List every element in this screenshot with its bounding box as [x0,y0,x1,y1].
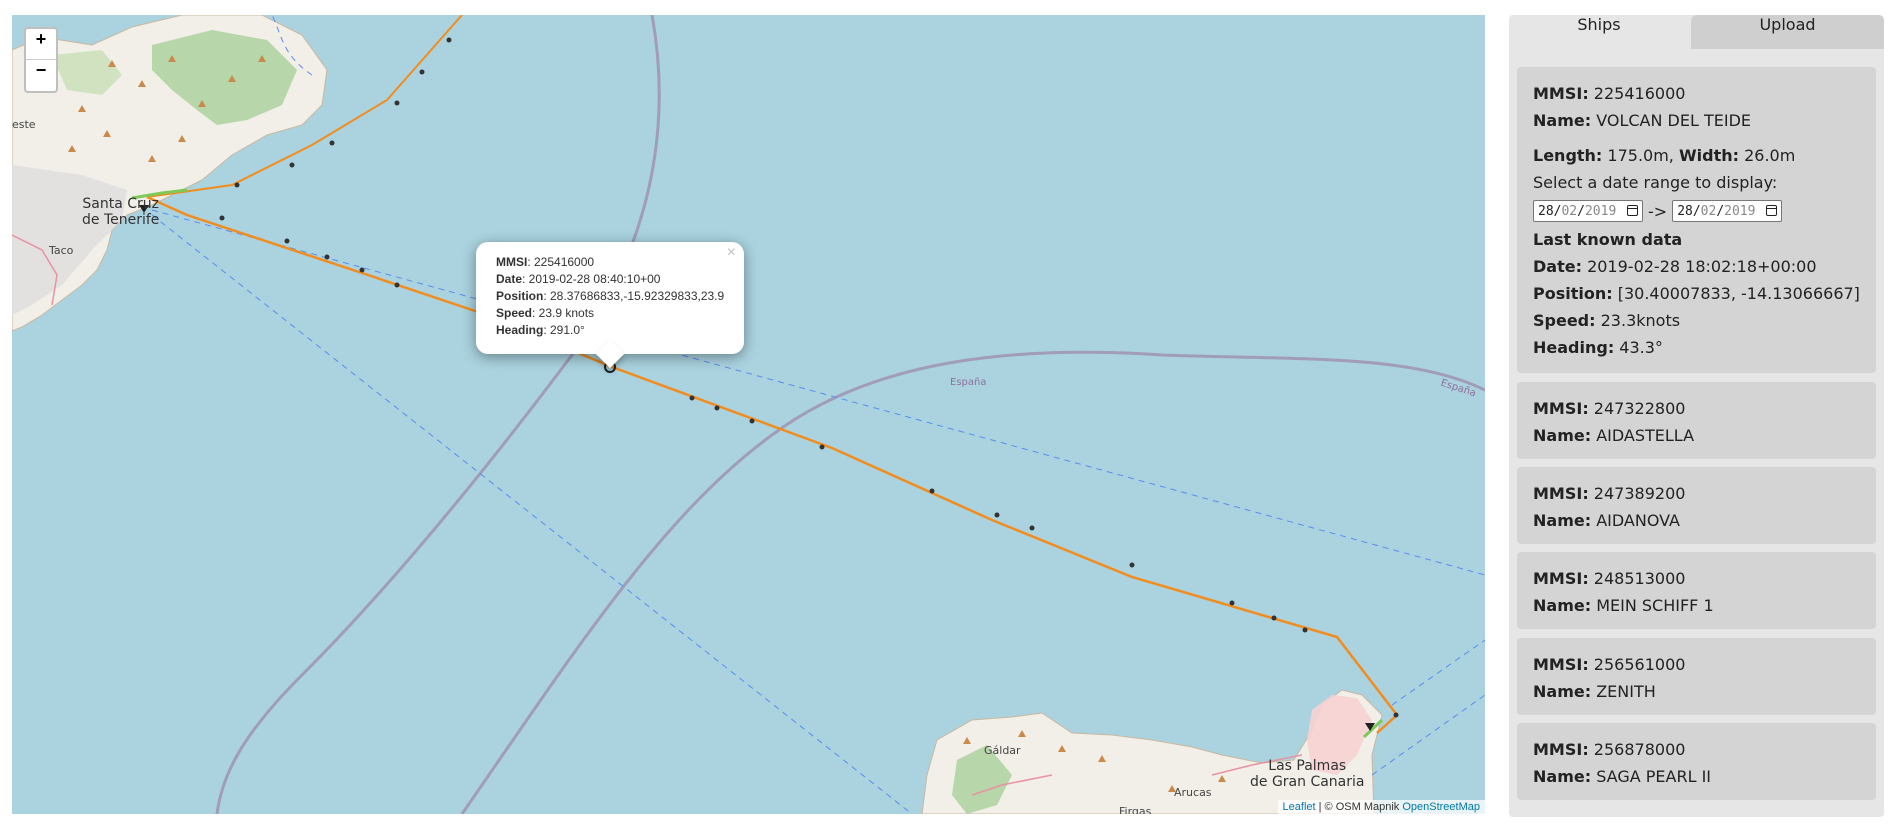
last-known-title: Last known data [1533,230,1683,249]
date-from-month: 02 [1561,203,1578,219]
calendar-icon[interactable] [1627,205,1638,216]
popup-heading-label: Heading [496,323,544,337]
mmsi-label: MMSI: [1533,655,1589,674]
mmsi-label: MMSI: [1533,484,1589,503]
mmsi-label: MMSI: [1533,569,1589,588]
label-santa-cruz: Santa Cruz de Tenerife [82,196,160,228]
popup-mmsi-value: : 225416000 [527,255,595,269]
leaflet-link[interactable]: Leaflet [1283,801,1316,813]
name-label: Name: [1533,767,1592,786]
ferry-route-1 [151,209,1485,576]
name-label: Name: [1533,682,1592,701]
map-view[interactable]: Santa Cruz de Tenerife Taco este Las Pal… [12,15,1485,814]
ship-track [146,195,1399,734]
date-range-row: 28/02/2019 -> 28/02/2019 [1533,196,1860,226]
mmsi-value: 248513000 [1588,569,1686,588]
date-to-day: 28 [1677,203,1693,219]
ship-card[interactable]: MMSI: 256878000 Name: SAGA PEARL II [1517,723,1876,800]
date-to-month: 02 [1700,203,1717,219]
mmsi-value: 247389200 [1588,484,1686,503]
map-attribution: Leaflet | © OSM Mapnik OpenStreetMap [1277,800,1485,814]
mmsi-value: 247322800 [1588,399,1686,418]
popup-date-label: Date [496,272,523,286]
sidebar: Ships Upload MMSI: 225416000 Name: VOLCA… [1509,15,1884,817]
tab-ships[interactable]: Ships [1509,15,1689,49]
date-to-year: 2019 [1724,203,1756,219]
date-from-day: 28 [1538,203,1554,219]
length-value: 175.0m, [1602,146,1674,165]
label-espana-1: España [950,377,987,388]
popup-position-label: Position [496,289,544,303]
popup-position-value: : 28.37686833,-15.92329833,23.9 [543,289,725,303]
last-position-label: Position: [1533,284,1613,303]
selected-ship-card[interactable]: MMSI: 225416000 Name: VOLCAN DEL TEIDE L… [1517,67,1876,373]
ship-popup: × MMSI: 225416000 Date: 2019-02-28 08:40… [476,242,744,369]
mmsi-value: 256561000 [1588,655,1686,674]
mmsi-value: 256878000 [1588,740,1686,759]
date-range-prompt: Select a date range to display: [1533,173,1778,192]
map-tiles [12,15,1485,814]
calendar-icon[interactable] [1766,205,1778,216]
tab-upload[interactable]: Upload [1691,15,1884,49]
name-value: VOLCAN DEL TEIDE [1591,111,1751,130]
label-las-palmas: Las Palmas de Gran Canaria [1250,758,1365,790]
zoom-out-button[interactable]: − [26,60,56,90]
ship-card[interactable]: MMSI: 248513000 Name: MEIN SCHIFF 1 [1517,552,1876,629]
label-galdar: Gáldar [984,744,1021,757]
ship-card[interactable]: MMSI: 247389200 Name: AIDANOVA [1517,467,1876,544]
date-from-year: 2019 [1584,203,1617,219]
range-arrow: -> [1648,201,1668,221]
name-label: Name: [1533,111,1592,130]
openstreetmap-link[interactable]: OpenStreetMap [1402,801,1480,813]
popup-close-button[interactable]: × [727,244,736,262]
width-label: Width: [1678,146,1740,165]
name-value: ZENITH [1591,682,1656,701]
name-label: Name: [1533,511,1592,530]
last-speed-label: Speed: [1533,311,1596,330]
label-arucas: Arucas [1174,786,1212,799]
name-value: AIDANOVA [1591,511,1680,530]
width-value: 26.0m [1739,146,1796,165]
label-este: este [12,118,36,131]
maritime-border-1 [215,15,661,814]
last-date-label: Date: [1533,257,1582,276]
last-position-value: [30.40007833, -14.13066667] [1612,284,1860,303]
last-speed-value: 23.3knots [1595,311,1681,330]
popup-speed-label: Speed [496,306,533,320]
popup-speed-value: : 23.9 knots [532,306,595,320]
last-date-value: 2019-02-28 18:02:18+00:00 [1581,257,1817,276]
last-heading-label: Heading: [1533,338,1615,357]
zoom-control: + − [24,27,58,93]
length-label: Length: [1533,146,1603,165]
date-to-input[interactable]: 28/02/2019 [1672,200,1783,222]
popup-date-value: : 2019-02-28 08:40:10+00 [522,272,661,286]
ferry-route-5 [1391,639,1485,706]
attribution-text: | © OSM Mapnik [1315,801,1403,813]
label-taco: Taco [49,244,74,257]
popup-heading-value: : 291.0° [543,323,585,337]
mmsi-value: 225416000 [1588,84,1686,103]
mmsi-label: MMSI: [1533,399,1589,418]
ship-card[interactable]: MMSI: 247322800 Name: AIDASTELLA [1517,382,1876,459]
ferry-route-4 [1371,694,1485,776]
last-heading-value: 43.3° [1614,338,1663,357]
zoom-in-button[interactable]: + [26,29,56,60]
sidebar-tabs: Ships Upload [1509,15,1884,49]
mmsi-label: MMSI: [1533,740,1589,759]
label-firgas: Firgas [1119,805,1152,814]
date-from-input[interactable]: 28/02/2019 [1533,200,1643,222]
name-value: AIDASTELLA [1591,426,1695,445]
name-value: MEIN SCHIFF 1 [1591,596,1714,615]
heading-markers [219,37,1399,718]
name-label: Name: [1533,596,1592,615]
name-label: Name: [1533,426,1592,445]
ship-card[interactable]: MMSI: 256561000 Name: ZENITH [1517,638,1876,715]
name-value: SAGA PEARL II [1591,767,1711,786]
mmsi-label: MMSI: [1533,84,1589,103]
popup-mmsi-label: MMSI [496,255,528,269]
